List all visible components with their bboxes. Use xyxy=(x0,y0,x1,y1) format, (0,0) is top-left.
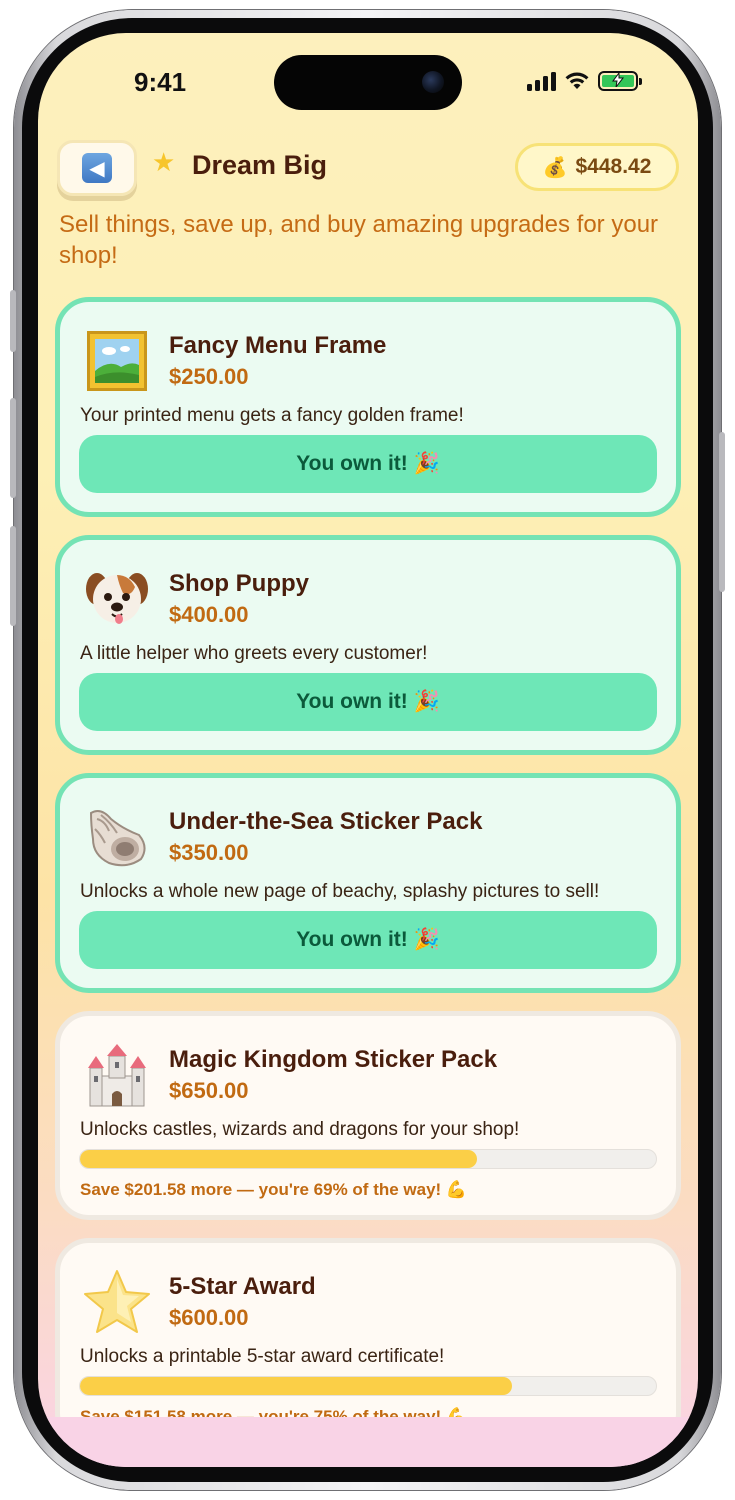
upgrade-card: Fancy Menu Frame $250.00 Your printed me… xyxy=(55,297,681,517)
owned-button[interactable]: You own it! 🎉 xyxy=(79,911,657,969)
item-description: Unlocks a printable 5-star award certifi… xyxy=(80,1346,445,1367)
volume-up-button xyxy=(10,398,16,498)
money-bag-icon: 💰 xyxy=(542,155,568,179)
cellular-signal-icon xyxy=(527,71,556,91)
item-description: Unlocks castles, wizards and dragons for… xyxy=(80,1119,520,1140)
page-subtitle: Sell things, save up, and buy amazing up… xyxy=(59,211,659,269)
status-icons xyxy=(527,71,642,91)
status-time: 9:41 xyxy=(134,67,187,97)
upgrade-card: Shop Puppy $400.00 A little helper who g… xyxy=(55,535,681,755)
item-name: Under-the-Sea Sticker Pack xyxy=(169,808,483,835)
spiral-shell-icon xyxy=(82,802,152,872)
item-description: A little helper who greets every custome… xyxy=(80,643,428,664)
page-title: Dream Big xyxy=(192,150,328,180)
item-name: Shop Puppy xyxy=(169,570,309,597)
back-button[interactable]: ◀ xyxy=(57,140,137,196)
money-badge: 💰 $448.42 xyxy=(515,143,679,191)
item-price: $650.00 xyxy=(169,1078,249,1103)
progress-fill xyxy=(80,1150,478,1168)
glowing-star-icon: ★ xyxy=(152,148,176,178)
dynamic-island xyxy=(274,55,462,110)
owned-button[interactable]: You own it! 🎉 xyxy=(79,673,657,731)
app-screen: 9:41 ◀ ★ Dream Big 💰 $448.42 Sell things… xyxy=(38,33,698,1467)
upgrade-card: 5-Star Award $600.00 Unlocks a printable… xyxy=(55,1238,681,1447)
star-icon xyxy=(82,1267,152,1337)
framed-picture-icon xyxy=(82,326,152,396)
wifi-icon xyxy=(565,72,589,89)
bottom-overlay xyxy=(38,1417,698,1467)
progress-fill xyxy=(80,1377,512,1395)
item-name: Fancy Menu Frame xyxy=(169,332,387,359)
upgrade-list: Fancy Menu Frame $250.00 Your printed me… xyxy=(55,297,681,1465)
battery-icon xyxy=(598,71,642,91)
castle-icon xyxy=(82,1040,152,1110)
item-price: $400.00 xyxy=(169,602,249,627)
item-name: 5-Star Award xyxy=(169,1273,316,1300)
power-button xyxy=(719,432,725,592)
camera-icon xyxy=(422,71,444,93)
volume-down-button xyxy=(10,526,16,626)
back-arrow-icon: ◀ xyxy=(82,153,112,183)
dog-face-icon xyxy=(82,564,152,634)
money-amount: $448.42 xyxy=(575,155,652,178)
item-price: $350.00 xyxy=(169,840,249,865)
action-button xyxy=(10,290,16,352)
savings-progress-bar xyxy=(79,1376,657,1396)
item-name: Magic Kingdom Sticker Pack xyxy=(169,1046,498,1073)
owned-button[interactable]: You own it! 🎉 xyxy=(79,435,657,493)
savings-progress-bar xyxy=(79,1149,657,1169)
upgrade-card: Magic Kingdom Sticker Pack $650.00 Unloc… xyxy=(55,1011,681,1220)
item-description: Unlocks a whole new page of beachy, spla… xyxy=(80,881,600,902)
progress-text: Save $201.58 more — you're 69% of the wa… xyxy=(80,1180,468,1199)
item-price: $250.00 xyxy=(169,364,249,389)
item-description: Your printed menu gets a fancy golden fr… xyxy=(80,405,464,426)
item-price: $600.00 xyxy=(169,1305,249,1330)
upgrade-card: Under-the-Sea Sticker Pack $350.00 Unloc… xyxy=(55,773,681,993)
header: ◀ ★ Dream Big 💰 $448.42 xyxy=(38,138,698,208)
